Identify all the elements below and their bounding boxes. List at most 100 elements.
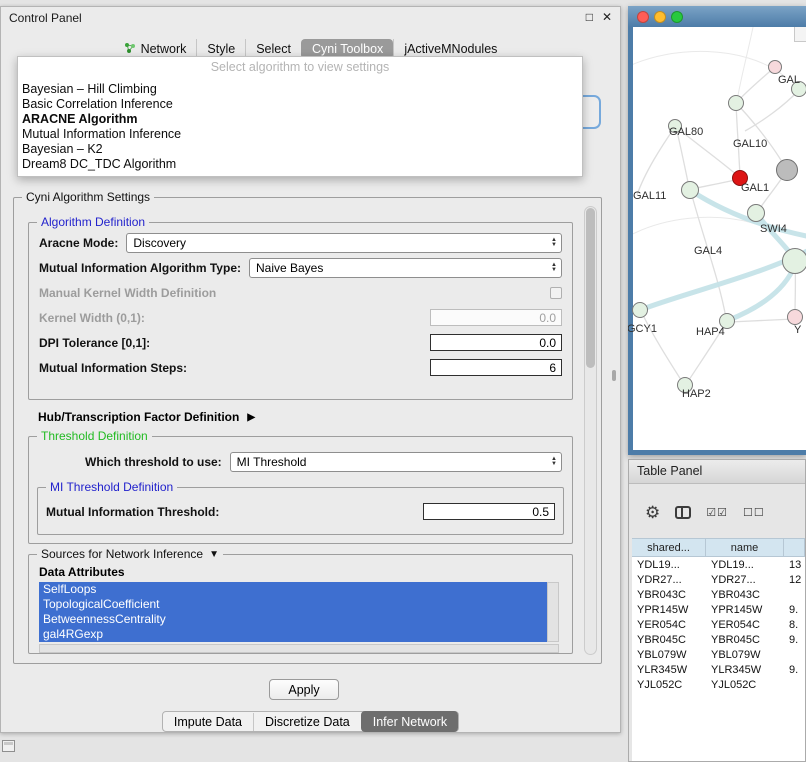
minimize-traffic-light[interactable] xyxy=(654,11,666,23)
cell[interactable]: YDL19... xyxy=(632,559,706,571)
dropdown-placeholder: Select algorithm to view settings xyxy=(18,57,582,74)
attribute-item[interactable]: TopologicalCoefficient xyxy=(39,597,547,612)
cell[interactable]: YJL052C xyxy=(706,679,784,691)
network-node[interactable] xyxy=(681,181,699,199)
table-row[interactable]: YDL19... YDL19... 13 xyxy=(632,557,805,572)
dropdown-item-selected[interactable]: ARACNE Algorithm xyxy=(18,112,582,127)
table-row[interactable]: YJL052C YJL052C xyxy=(632,677,805,692)
select-all-checkboxes-icon[interactable]: ☑☑ xyxy=(706,506,728,519)
network-window-titlebar[interactable] xyxy=(628,6,806,27)
network-node[interactable] xyxy=(728,95,744,111)
settings-scrollbar[interactable] xyxy=(584,206,597,655)
cell[interactable]: YBL079W xyxy=(632,649,706,661)
table-row[interactable]: YER054C YER054C 8. xyxy=(632,617,805,632)
table-row[interactable]: YDR27... YDR27... 12 xyxy=(632,572,805,587)
data-attributes-label: Data Attributes xyxy=(39,565,572,579)
cell[interactable]: 9. xyxy=(784,604,805,616)
close-traffic-light[interactable] xyxy=(637,11,649,23)
hub-transcription-factor-section[interactable]: Hub/Transcription Factor Definition ▶ xyxy=(38,410,255,424)
table-row[interactable]: YLR345W YLR345W 9. xyxy=(632,662,805,677)
manual-kernel-checkbox[interactable] xyxy=(550,287,562,299)
aracne-mode-select[interactable]: Discovery ▲▼ xyxy=(126,233,562,253)
cell[interactable]: YDR27... xyxy=(706,574,784,586)
node-table: shared... name YDL19... YDL19... 13 YDR2… xyxy=(632,538,805,761)
cell[interactable]: YDR27... xyxy=(632,574,706,586)
kernel-width-label: Kernel Width (0,1): xyxy=(39,311,145,325)
tab-infer-network[interactable]: Infer Network xyxy=(361,711,458,732)
cell[interactable]: YER054C xyxy=(706,619,784,631)
cell[interactable]: 12 xyxy=(784,574,805,586)
attribute-item[interactable]: BetweennessCentrality xyxy=(39,612,547,627)
cyni-algorithm-settings-group: Cyni Algorithm Settings Algorithm Defini… xyxy=(13,197,602,664)
minimize-icon[interactable]: □ xyxy=(586,10,593,24)
mi-threshold-label: Mutual Information Threshold: xyxy=(46,505,219,519)
cell[interactable]: YLR345W xyxy=(706,664,784,676)
deselect-all-checkboxes-icon[interactable]: ☐☐ xyxy=(743,506,765,519)
mi-threshold-field[interactable] xyxy=(423,503,555,520)
network-node[interactable] xyxy=(747,204,765,222)
attribute-list-hscrollbar[interactable] xyxy=(39,644,559,653)
dropdown-item[interactable]: Basic Correlation Inference xyxy=(18,97,582,112)
network-canvas[interactable]: GAL GAL80 GAL10 GAL11 GAL1 SWI4 GAL4 GCY… xyxy=(633,27,806,450)
which-threshold-select[interactable]: MI Threshold ▲▼ xyxy=(230,452,562,472)
collapse-arrow-icon[interactable]: ▶ xyxy=(247,412,255,423)
attribute-item[interactable]: SelfLoops xyxy=(39,582,547,597)
cell[interactable]: YBR043C xyxy=(632,589,706,601)
cell[interactable]: 9. xyxy=(784,664,805,676)
tab-impute-data[interactable]: Impute Data xyxy=(163,713,253,731)
dropdown-item[interactable]: Mutual Information Inference xyxy=(18,127,582,142)
close-icon[interactable]: ✕ xyxy=(602,10,612,24)
kernel-width-field[interactable] xyxy=(430,309,562,326)
dropdown-item[interactable]: Bayesian – K2 xyxy=(18,142,582,157)
column-header[interactable]: shared... xyxy=(632,539,706,556)
cell[interactable]: YPR145W xyxy=(632,604,706,616)
column-header[interactable]: name xyxy=(706,539,784,556)
table-row[interactable]: YBL079W YBL079W xyxy=(632,647,805,662)
mi-type-select[interactable]: Naive Bayes ▲▼ xyxy=(249,258,562,278)
cell[interactable]: YER054C xyxy=(632,619,706,631)
dpi-tolerance-label: DPI Tolerance [0,1]: xyxy=(39,336,150,350)
column-header[interactable] xyxy=(784,539,805,556)
cell[interactable]: YBL079W xyxy=(706,649,784,661)
network-node[interactable] xyxy=(782,248,806,274)
cell[interactable]: YBR045C xyxy=(632,634,706,646)
manual-kernel-label: Manual Kernel Width Definition xyxy=(39,286,216,300)
attribute-item[interactable]: gal4RGexp xyxy=(39,627,547,642)
cell[interactable]: YBR043C xyxy=(706,589,784,601)
cell[interactable]: YBR045C xyxy=(706,634,784,646)
apply-button[interactable]: Apply xyxy=(269,679,339,700)
cell[interactable]: 9. xyxy=(784,634,805,646)
mi-steps-field[interactable] xyxy=(430,359,562,376)
table-row[interactable]: YBR043C YBR043C xyxy=(632,587,805,602)
network-node[interactable] xyxy=(632,302,648,318)
cell[interactable]: 8. xyxy=(784,619,805,631)
table-row[interactable]: YPR145W YPR145W 9. xyxy=(632,602,805,617)
cell[interactable]: 13 xyxy=(784,559,805,571)
dropdown-item[interactable]: Bayesian – Hill Climbing xyxy=(18,82,582,97)
splitter-grip[interactable] xyxy=(612,370,616,381)
cell[interactable]: YDL19... xyxy=(706,559,784,571)
cell[interactable]: YPR145W xyxy=(706,604,784,616)
table-panel-window: Table Panel ⚙ ☑☑ ☐☐ shared... name YDL19… xyxy=(628,459,806,762)
node-label: GCY1 xyxy=(628,323,657,335)
cell[interactable]: YJL052C xyxy=(632,679,706,691)
dpi-tolerance-field[interactable] xyxy=(430,334,562,351)
sources-group: Sources for Network Inference ▼ Data Att… xyxy=(28,554,573,654)
tab-discretize-data[interactable]: Discretize Data xyxy=(253,713,361,731)
network-node-gray[interactable] xyxy=(776,159,798,181)
expand-arrow-icon[interactable]: ▼ xyxy=(209,549,219,560)
tab-label: Style xyxy=(207,42,235,56)
gear-icon[interactable]: ⚙ xyxy=(645,504,660,521)
cell[interactable]: YLR345W xyxy=(632,664,706,676)
network-node[interactable] xyxy=(768,60,782,74)
table-panel-titlebar[interactable]: Table Panel xyxy=(629,460,805,484)
network-node[interactable] xyxy=(787,309,803,325)
table-row[interactable]: YBR045C YBR045C 9. xyxy=(632,632,805,647)
restore-panel-icon[interactable] xyxy=(2,740,15,752)
scrollbar-thumb[interactable] xyxy=(586,208,595,368)
dropdown-item[interactable]: Dream8 DC_TDC Algorithm xyxy=(18,157,582,172)
table-toolbar: ⚙ ☑☑ ☐☐ xyxy=(629,498,805,526)
column-selector-icon[interactable] xyxy=(675,506,691,519)
zoom-traffic-light[interactable] xyxy=(671,11,683,23)
attribute-list-scrollbar[interactable] xyxy=(547,582,559,642)
